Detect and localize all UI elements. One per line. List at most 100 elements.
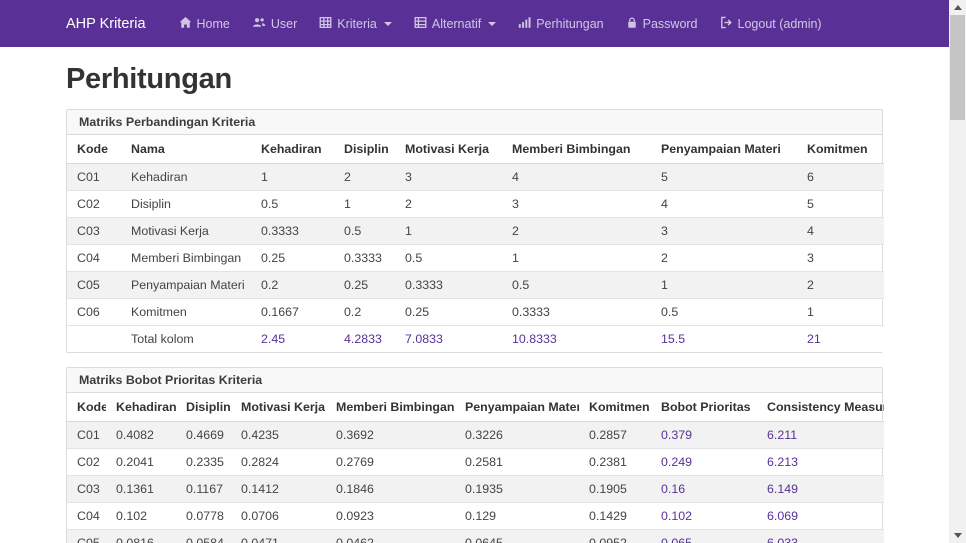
table-cell: 0.25 [334,272,395,299]
table-cell: C05 [67,272,121,299]
nav-item-label: Home [197,17,230,31]
table-cell [67,326,121,353]
table-cell: 0.4082 [106,422,176,449]
table-cell: 1 [334,191,395,218]
signal-icon [518,16,531,32]
table-row: C01Kehadiran123456 [67,164,884,191]
column-header: Motivasi Kerja [395,135,502,164]
table-header-row: Kode Kehadiran Disiplin Motivasi Kerja M… [67,393,884,422]
nav-item-kriteria[interactable]: Kriteria [308,10,403,38]
table-cell: 0.1167 [176,476,231,503]
nav-item-label: Perhitungan [536,17,603,31]
chevron-down-icon [488,22,496,26]
table-cell: 2 [502,218,651,245]
table-row: Total kolom2.454.28337.083310.833315.521 [67,326,884,353]
table-cell: 0.2 [334,299,395,326]
table-row: C05Penyampaian Materi0.20.250.33330.512 [67,272,884,299]
table-cell: 0.2335 [176,449,231,476]
table-cell: 0.3333 [502,299,651,326]
table-cell: 0.5 [334,218,395,245]
priority-table: Kode Kehadiran Disiplin Motivasi Kerja M… [67,393,884,543]
table-cell: 0.3333 [395,272,502,299]
table-cell: 0.0462 [326,530,455,543]
table-cell: 0.1667 [251,299,334,326]
table-cell: 6.211 [757,422,884,449]
table-row: C03Motivasi Kerja0.33330.51234 [67,218,884,245]
table-cell: 1 [797,299,884,326]
nav-item-logout[interactable]: Logout (admin) [709,10,833,38]
table-cell: 0.3692 [326,422,455,449]
card-matriks-perbandingan: Matriks Perbandingan Kriteria Kode Nama … [66,109,883,353]
table-cell: 6.033 [757,530,884,543]
table-cell: 0.16 [651,476,757,503]
table-row: C050.08160.05840.04710.04620.06450.09520… [67,530,884,543]
table-cell: 10.8333 [502,326,651,353]
nav-item-user[interactable]: User [241,10,308,38]
table-cell: 3 [797,245,884,272]
table-cell: 3 [395,164,502,191]
table-row: C010.40820.46690.42350.36920.32260.28570… [67,422,884,449]
table-cell: Kehadiran [121,164,251,191]
column-header: Consistency Measure [757,393,884,422]
table-cell: 1 [651,272,797,299]
page-viewport: AHP Kriteria Home User Kriteria Alternat… [0,0,949,543]
column-header: Penyampaian Materi [651,135,797,164]
nav-item-label: User [271,17,297,31]
table-cell: 0.0816 [106,530,176,543]
page-title: Perhitungan [66,63,883,96]
table-cell: 0.4669 [176,422,231,449]
table-cell: 0.3333 [334,245,395,272]
table-cell: Motivasi Kerja [121,218,251,245]
table-cell: 0.1429 [579,503,651,530]
table-cell: 0.1905 [579,476,651,503]
main-content: Perhitungan Matriks Perbandingan Kriteri… [66,47,883,543]
comparison-table: Kode Nama Kehadiran Disiplin Motivasi Ke… [67,135,884,352]
table-cell: 0.129 [455,503,579,530]
nav-item-alternatif[interactable]: Alternatif [403,10,507,38]
table-cell: Total kolom [121,326,251,353]
card-matriks-bobot-prioritas: Matriks Bobot Prioritas Kriteria Kode Ke… [66,367,883,543]
scrollbar[interactable] [949,0,966,543]
brand-link[interactable]: AHP Kriteria [66,16,146,32]
nav-item-home[interactable]: Home [168,10,241,38]
table-cell: C03 [67,476,106,503]
table-cell: C04 [67,503,106,530]
table-cell: 0.3226 [455,422,579,449]
chevron-down-icon [384,22,392,26]
card-title: Matriks Bobot Prioritas Kriteria [67,368,882,393]
nav-items: Home User Kriteria Alternatif Perhitunga… [168,10,833,38]
navbar: AHP Kriteria Home User Kriteria Alternat… [0,0,949,47]
scrollbar-down-arrow[interactable] [949,528,966,543]
table-cell: 4 [797,218,884,245]
scrollbar-up-arrow[interactable] [949,0,966,15]
users-icon [252,16,266,32]
column-header: Kehadiran [106,393,176,422]
logout-icon [720,16,733,32]
column-header: Nama [121,135,251,164]
table-cell: 0.0471 [231,530,326,543]
table-cell: 2 [651,245,797,272]
nav-item-password[interactable]: Password [615,10,709,38]
table-row: C040.1020.07780.07060.09230.1290.14290.1… [67,503,884,530]
table-cell: 5 [651,164,797,191]
scrollbar-thumb[interactable] [950,15,965,120]
table-cell: 0.5 [651,299,797,326]
column-header: Disiplin [176,393,231,422]
nav-item-label: Kriteria [337,17,377,31]
table-cell: Penyampaian Materi [121,272,251,299]
table-cell: 0.102 [106,503,176,530]
table-cell: 0.2381 [579,449,651,476]
table-cell: 0.0706 [231,503,326,530]
table-cell: 0.1935 [455,476,579,503]
table-cell: 0.1846 [326,476,455,503]
table-cell: 0.102 [651,503,757,530]
table-cell: 6.069 [757,503,884,530]
table-cell: 0.065 [651,530,757,543]
table-cell: 0.5 [502,272,651,299]
table-cell: 2 [797,272,884,299]
table-cell: 0.25 [395,299,502,326]
card-title: Matriks Perbandingan Kriteria [67,110,882,135]
nav-item-perhitungan[interactable]: Perhitungan [507,10,614,38]
table-cell: Memberi Bimbingan [121,245,251,272]
home-icon [179,16,192,32]
